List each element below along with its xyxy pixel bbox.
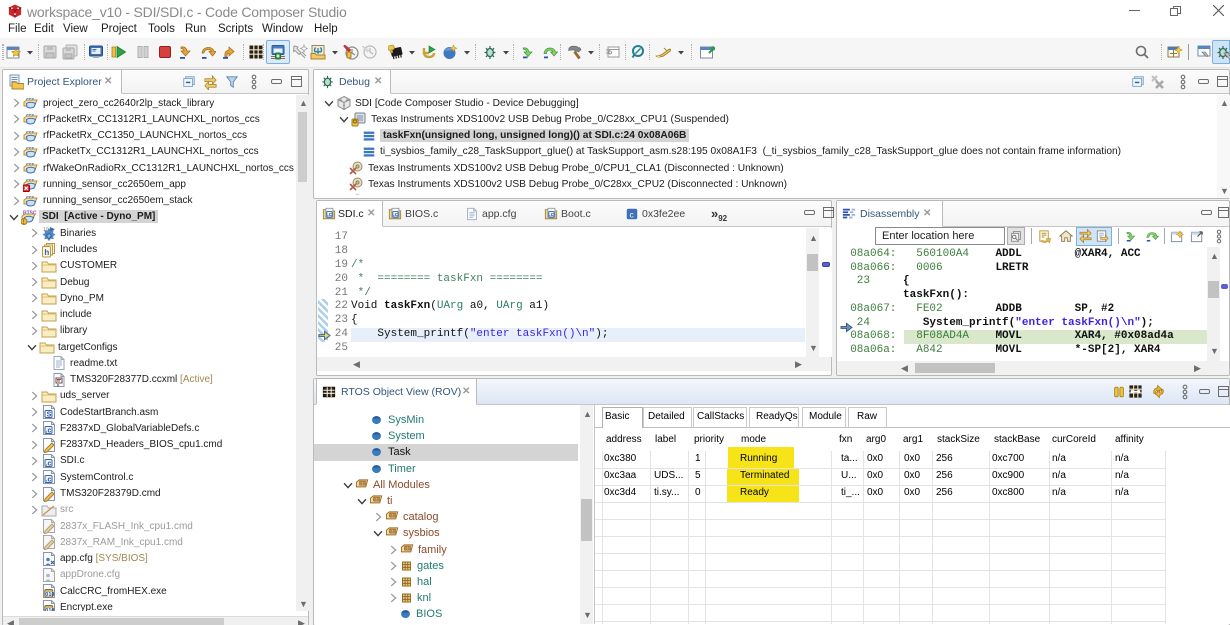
svg-text:c: c — [629, 212, 634, 221]
